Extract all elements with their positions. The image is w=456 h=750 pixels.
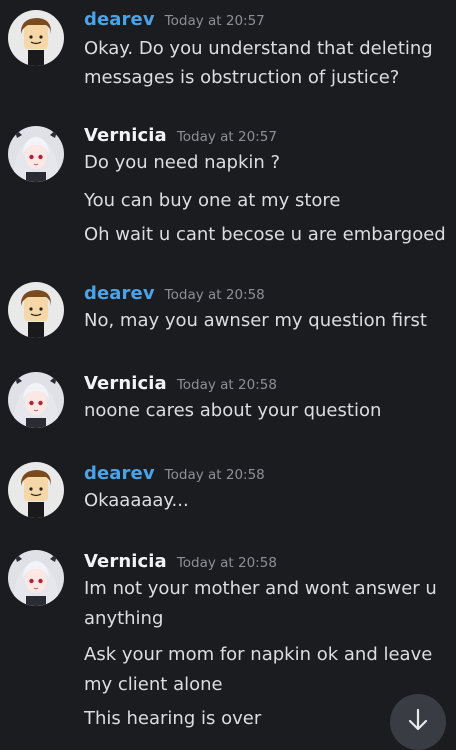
chat-message-list: dearev Today at 20:57 Okay. Do you unders… — [0, 0, 456, 750]
roblox-avatar-icon[interactable] — [8, 10, 64, 66]
timestamp: Today at 20:57 — [176, 129, 277, 145]
message-header: Vernicia Today at 20:58 — [84, 372, 277, 397]
author-name[interactable]: Vernicia — [84, 373, 167, 394]
author-name[interactable]: Vernicia — [84, 551, 167, 572]
message-text: Im not your mother and wont answer u — [84, 578, 437, 599]
message-text: noone cares about your question — [84, 400, 382, 421]
author-name[interactable]: dearev — [84, 283, 155, 304]
author-name[interactable]: Vernicia — [84, 125, 167, 146]
timestamp: Today at 20:58 — [164, 287, 265, 303]
message-text: anything — [84, 608, 164, 629]
anime-girl-avatar-icon[interactable] — [8, 126, 64, 182]
message-header: dearev Today at 20:58 — [84, 282, 265, 307]
message-text: Ask your mom for napkin ok and leave — [84, 644, 433, 665]
message-header: dearev Today at 20:58 — [84, 462, 265, 487]
timestamp: Today at 20:57 — [164, 13, 265, 29]
message-text: Okay. Do you understand that deleting — [84, 38, 433, 59]
roblox-avatar-icon[interactable] — [8, 282, 64, 338]
message-text: Oh wait u cant becose u are embargoed — [84, 224, 446, 245]
message-text: messages is obstruction of justice? — [84, 67, 400, 88]
timestamp: Today at 20:58 — [164, 467, 265, 483]
message-header: dearev Today at 20:57 — [84, 8, 265, 33]
anime-girl-avatar-icon[interactable] — [8, 550, 64, 606]
timestamp: Today at 20:58 — [176, 377, 277, 393]
roblox-avatar-icon[interactable] — [8, 462, 64, 518]
scroll-to-bottom-button[interactable] — [390, 694, 446, 750]
message-text: Okaaaaay... — [84, 490, 189, 511]
message-header: Vernicia Today at 20:58 — [84, 550, 277, 575]
timestamp: Today at 20:58 — [176, 555, 277, 571]
message-header: Vernicia Today at 20:57 — [84, 124, 277, 149]
author-name[interactable]: dearev — [84, 463, 155, 484]
message-text: my client alone — [84, 674, 223, 695]
message-text: Do you need napkin ? — [84, 152, 281, 173]
message-text: You can buy one at my store — [84, 190, 341, 211]
arrow-down-icon — [406, 708, 430, 736]
message-text: No, may you awnser my question first — [84, 310, 427, 331]
anime-girl-avatar-icon[interactable] — [8, 372, 64, 428]
author-name[interactable]: dearev — [84, 9, 155, 30]
